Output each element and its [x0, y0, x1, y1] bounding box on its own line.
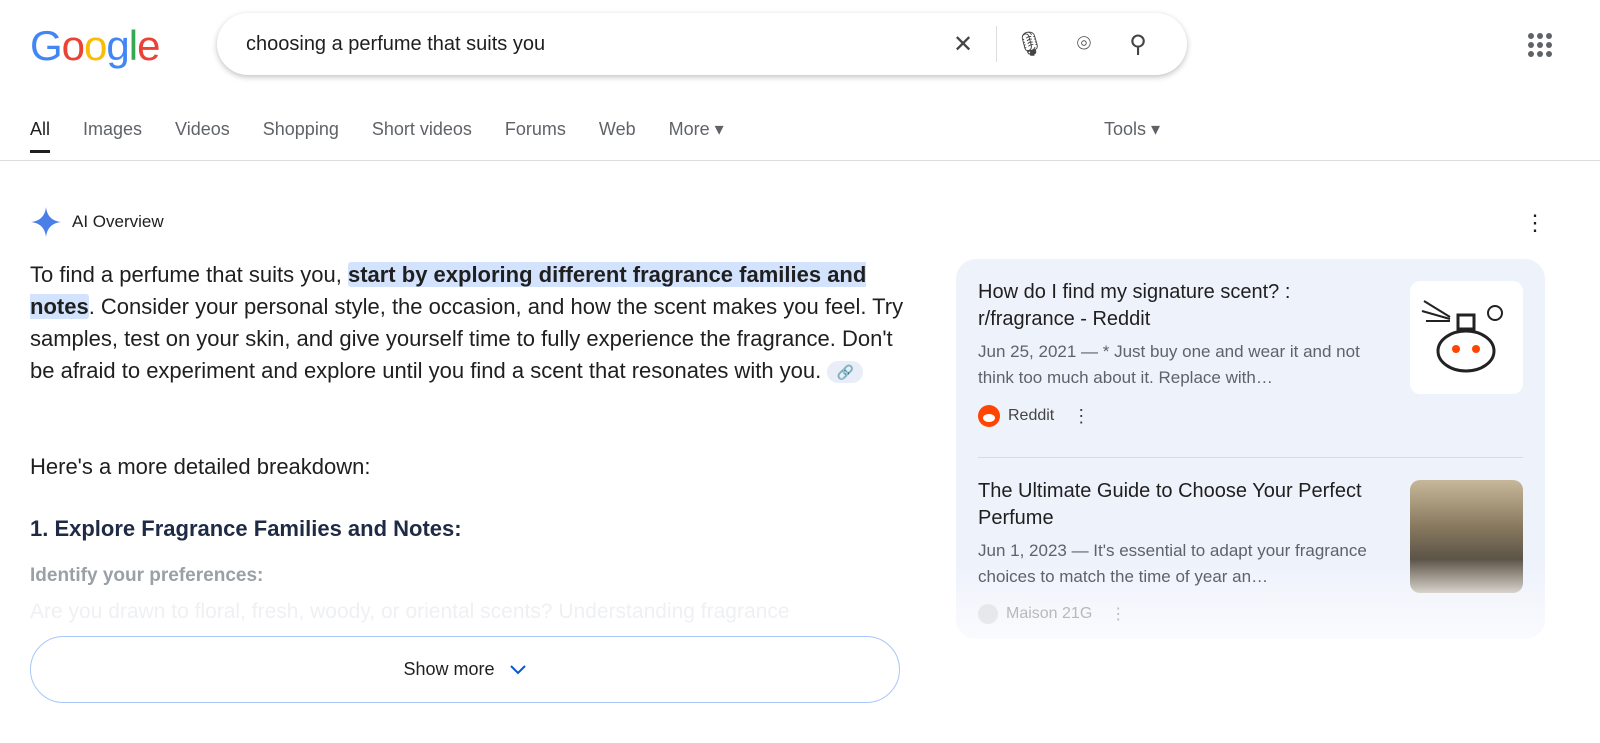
source-title[interactable]: The Ultimate Guide to Choose Your Perfec…: [978, 478, 1378, 532]
search-icon[interactable]: ⚲: [1111, 30, 1165, 59]
tab-images[interactable]: Images: [83, 119, 142, 153]
breakdown-intro: Here's a more detailed breakdown:: [30, 454, 371, 479]
reddit-icon: [978, 405, 1000, 427]
ai-summary: To find a perfume that suits you, start …: [30, 259, 910, 387]
gemini-sparkle-icon: [31, 207, 61, 237]
search-input[interactable]: choosing a perfume that suits you: [246, 33, 936, 56]
search-tabs: All Images Videos Shopping Short videos …: [30, 119, 724, 153]
tab-shopping[interactable]: Shopping: [263, 119, 339, 153]
subheading: Identify your preferences:: [30, 565, 264, 586]
sources-panel: How do I find my signature scent? : r/fr…: [956, 259, 1545, 639]
tab-forums[interactable]: Forums: [505, 119, 566, 153]
show-more-label: Show more: [403, 659, 495, 679]
link-icon[interactable]: 🔗: [827, 361, 864, 384]
tab-web[interactable]: Web: [599, 119, 636, 153]
tools-button[interactable]: Tools ▾: [1104, 119, 1160, 140]
header-divider: [0, 160, 1600, 161]
source-more-icon[interactable]: ⋮: [1072, 406, 1090, 427]
tab-videos[interactable]: Videos: [175, 119, 230, 153]
chevron-down-icon: [509, 664, 526, 674]
source-card[interactable]: How do I find my signature scent? : r/fr…: [978, 279, 1523, 477]
camera-lens-icon[interactable]: ⌾: [1057, 30, 1111, 58]
perfume-bottles-thumbnail: [1410, 480, 1523, 593]
source-more-icon[interactable]: ⋮: [1110, 604, 1126, 624]
ai-overview-header: AI Overview: [30, 206, 164, 238]
source-snippet: Jun 1, 2023 — It's essential to adapt yo…: [978, 541, 1367, 586]
google-logo[interactable]: Google: [30, 22, 160, 70]
show-more-button[interactable]: Show more: [30, 636, 900, 703]
ai-overview-title: AI Overview: [72, 212, 164, 231]
source-card[interactable]: The Ultimate Guide to Choose Your Perfec…: [978, 478, 1523, 676]
reddit-thumbnail: [1410, 281, 1523, 394]
search-box[interactable]: choosing a perfume that suits you ✕ 🎙 ⌾ …: [217, 13, 1187, 75]
tab-short-videos[interactable]: Short videos: [372, 119, 472, 153]
section-heading: 1. Explore Fragrance Families and Notes:: [30, 516, 462, 541]
clear-icon[interactable]: ✕: [936, 30, 990, 59]
tab-all[interactable]: All: [30, 119, 51, 153]
microphone-icon[interactable]: 🎙: [1003, 30, 1057, 59]
faded-text: Are you drawn to floral, fresh, woody, o…: [30, 600, 790, 623]
summary-text-rest: . Consider your personal style, the occa…: [30, 294, 904, 383]
source-site: Maison 21G: [1006, 605, 1093, 622]
summary-text: To find a perfume that suits you,: [30, 262, 348, 287]
source-title[interactable]: How do I find my signature scent? : r/fr…: [978, 279, 1378, 333]
source-snippet: Jun 25, 2021 — * Just buy one and wear i…: [978, 342, 1360, 387]
site-favicon-icon: [978, 604, 998, 624]
apps-grid-icon[interactable]: [1528, 33, 1552, 57]
more-options-icon[interactable]: ⋮: [1524, 210, 1546, 236]
divider: [996, 26, 997, 62]
tab-more[interactable]: More ▾: [669, 119, 724, 153]
source-site: Reddit: [1008, 407, 1055, 424]
